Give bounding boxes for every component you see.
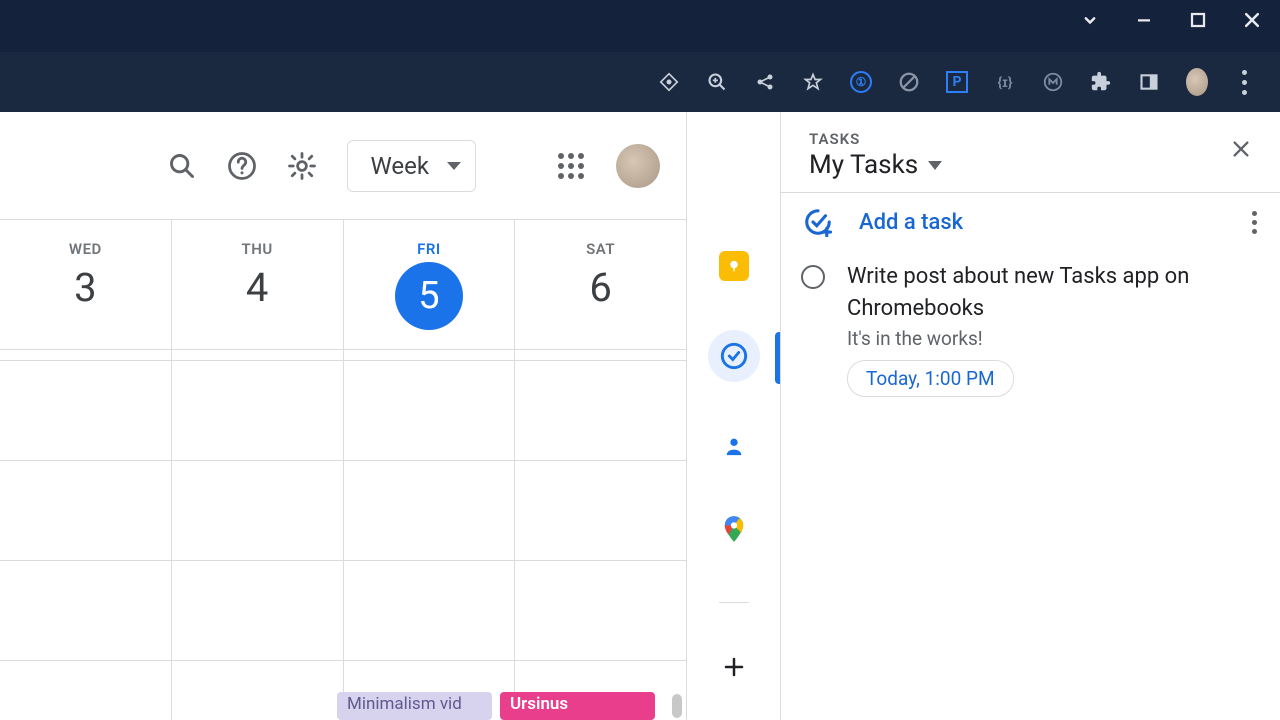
addon-maps[interactable] (714, 510, 754, 550)
view-selector-label: Week (370, 152, 429, 180)
tasks-close-button[interactable] (1230, 138, 1252, 160)
window-minimize[interactable] (1134, 10, 1154, 30)
tasks-list-name-label: My Tasks (809, 150, 918, 180)
add-task-label[interactable]: Add a task (859, 210, 1226, 235)
view-selector[interactable]: Week (347, 140, 476, 192)
task-body: Write post about new Tasks app on Chrome… (847, 261, 1252, 397)
caret-down-icon (447, 162, 461, 170)
day-column-wed[interactable]: WED 3 (0, 220, 171, 349)
day-number: 5 (395, 262, 463, 330)
task-due-chip[interactable]: Today, 1:00 PM (847, 360, 1014, 397)
side-addon-rail (686, 112, 780, 720)
calendar-pane: Week WED 3 THU 4 FRI 5 SAT (0, 112, 686, 720)
bookmark-star-icon[interactable] (802, 71, 824, 93)
addon-tasks[interactable] (708, 330, 760, 382)
extension-p-icon[interactable]: P (946, 71, 968, 93)
addon-keep[interactable] (714, 246, 754, 286)
profile-avatar[interactable] (1186, 71, 1208, 93)
event-title: Minimalism vid (347, 694, 462, 714)
window-titlebar (0, 0, 1280, 52)
help-icon[interactable] (227, 151, 257, 181)
day-column-thu[interactable]: THU 4 (171, 220, 343, 349)
task-title: Write post about new Tasks app on Chrome… (847, 261, 1252, 325)
day-label: SAT (586, 240, 615, 258)
addon-add[interactable] (714, 647, 754, 687)
window-dropdown[interactable] (1080, 10, 1100, 30)
browser-menu[interactable] (1234, 71, 1256, 93)
active-indicator (775, 332, 780, 384)
calendar-event[interactable]: Minimalism vid (337, 692, 492, 720)
sidepanel-toggle-icon[interactable] (1138, 71, 1160, 93)
day-label: WED (69, 240, 102, 258)
tasks-overflow-menu[interactable] (1252, 211, 1258, 234)
extension-braces-icon[interactable]: {ɪ} (994, 71, 1016, 93)
tasks-panel: TASKS My Tasks Add a task Write post abo… (780, 112, 1280, 720)
day-number: 4 (246, 264, 268, 311)
task-complete-toggle[interactable] (801, 265, 825, 289)
calendar-grid[interactable]: Minimalism vid Ursinus (0, 350, 686, 720)
caret-down-icon (928, 161, 942, 170)
tasks-list-selector[interactable]: My Tasks (809, 150, 1230, 180)
extensions-puzzle-icon[interactable] (1090, 71, 1112, 93)
day-label: THU (242, 240, 273, 258)
scrollbar-thumb[interactable] (672, 694, 682, 718)
browser-toolbar: ① P {ɪ} (0, 52, 1280, 112)
site-info-icon[interactable] (658, 71, 680, 93)
google-apps-icon[interactable] (556, 151, 586, 181)
zoom-icon[interactable] (706, 71, 728, 93)
window-maximize[interactable] (1188, 10, 1208, 30)
settings-gear-icon[interactable] (287, 151, 317, 181)
event-title: Ursinus (510, 694, 568, 714)
task-item[interactable]: Write post about new Tasks app on Chrome… (781, 251, 1280, 397)
calendar-event[interactable]: Ursinus (500, 692, 655, 720)
window-close[interactable] (1242, 10, 1262, 30)
day-label: FRI (417, 240, 441, 258)
tasks-panel-title: TASKS (809, 130, 1230, 148)
calendar-toolbar: Week (0, 112, 686, 220)
day-column-fri[interactable]: FRI 5 (343, 220, 515, 349)
extension-m-icon[interactable] (1042, 71, 1064, 93)
tasks-panel-header: TASKS My Tasks (781, 112, 1280, 193)
task-note: It's in the works! (847, 327, 1252, 350)
search-icon[interactable] (167, 151, 197, 181)
day-number: 6 (589, 264, 611, 311)
add-task-icon[interactable] (803, 207, 833, 237)
add-task-row: Add a task (781, 193, 1280, 251)
rail-divider (719, 602, 749, 603)
share-icon[interactable] (754, 71, 776, 93)
extension-1password-icon[interactable]: ① (850, 71, 872, 93)
day-column-sat[interactable]: SAT 6 (514, 220, 686, 349)
calendar-day-header: WED 3 THU 4 FRI 5 SAT 6 (0, 220, 686, 350)
extension-block-icon[interactable] (898, 71, 920, 93)
addon-contacts[interactable] (714, 426, 754, 466)
day-number: 3 (74, 264, 96, 311)
google-calendar-app: Week WED 3 THU 4 FRI 5 SAT (0, 112, 1280, 720)
account-avatar[interactable] (616, 144, 660, 188)
